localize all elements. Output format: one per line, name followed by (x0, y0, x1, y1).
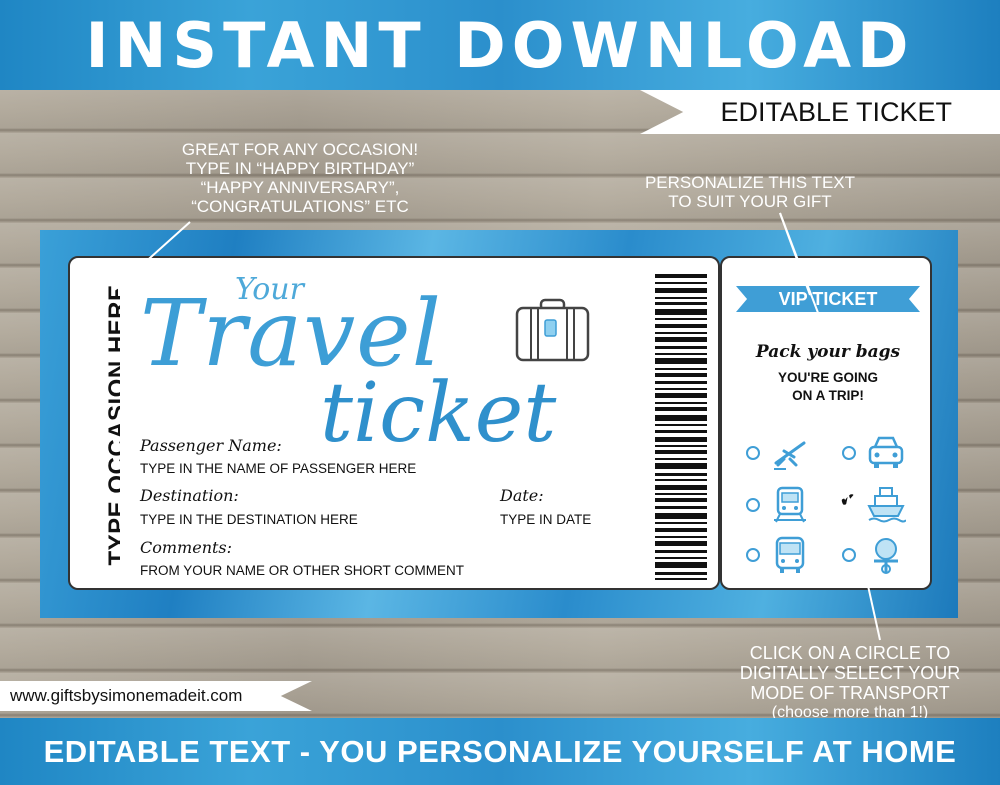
passenger-label: Passenger Name: (140, 436, 282, 455)
occasion-note: GREAT FOR ANY OCCASION! TYPE IN “HAPPY B… (150, 140, 450, 216)
vip-ribbon-label[interactable]: VIP TICKET (779, 289, 878, 310)
circle-note-line: DIGITALLY SELECT YOUR (739, 663, 961, 683)
transport-radio-car[interactable] (842, 446, 856, 460)
car-icon (868, 436, 904, 468)
editable-ticket-label: EDITABLE TICKET (720, 96, 952, 127)
occasion-note-line: “HAPPY ANNIVERSARY”, (200, 178, 400, 197)
page-title: INSTANT DOWNLOAD (85, 8, 915, 82)
editable-ticket-banner: EDITABLE TICKET (640, 90, 1000, 134)
circle-note: CLICK ON A CIRCLE TO DIGITALLY SELECT YO… (700, 643, 1000, 723)
travel-ticket: TYPE OCCASION HERE Your Travel ticket Pa… (40, 230, 958, 618)
ticket-main: Your Travel ticket Passenger Name: TYPE … (120, 256, 720, 590)
circle-note-line: MODE OF TRANSPORT (750, 683, 950, 703)
header-bar: INSTANT DOWNLOAD (0, 0, 1000, 90)
transport-radio-train[interactable] (746, 498, 760, 512)
going-line-1[interactable]: YOU'RE GOING (722, 370, 934, 385)
vip-ribbon: VIP TICKET (736, 286, 920, 312)
motorbike-icon (874, 538, 898, 574)
footer-text: EDITABLE TEXT - YOU PERSONALIZE YOURSELF… (43, 733, 957, 769)
passenger-field[interactable]: TYPE IN THE NAME OF PASSENGER HERE (140, 461, 416, 476)
going-line-2[interactable]: ON A TRIP! (722, 388, 934, 403)
suitcase-icon (515, 298, 590, 362)
footer-bar: EDITABLE TEXT - YOU PERSONALIZE YOURSELF… (0, 718, 1000, 785)
circle-note-line: CLICK ON A CIRCLE TO (749, 643, 951, 663)
transport-radio-bus[interactable] (746, 548, 760, 562)
personalize-note: PERSONALIZE THIS TEXT TO SUIT YOUR GIFT (620, 173, 880, 211)
personalize-note-line: TO SUIT YOUR GIFT (668, 192, 832, 211)
destination-field[interactable]: TYPE IN THE DESTINATION HERE (140, 512, 358, 527)
personalize-note-line: PERSONALIZE THIS TEXT (644, 173, 856, 192)
occasion-note-line: TYPE IN “HAPPY BIRTHDAY” (185, 159, 415, 178)
comments-label: Comments: (140, 538, 233, 557)
destination-label: Destination: (140, 486, 239, 505)
title-ticket: ticket (320, 366, 557, 461)
website-url[interactable]: www.giftsbysimonemadeit.com (10, 686, 242, 706)
plane-icon (774, 441, 806, 470)
occasion-note-line: GREAT FOR ANY OCCASION! (181, 140, 419, 159)
website-banner: www.giftsbysimonemadeit.com (0, 681, 312, 711)
pack-bags-text[interactable]: Pack your bags (722, 342, 934, 362)
train-icon (774, 486, 806, 523)
check-icon: ✔ (840, 490, 856, 510)
occasion-note-line: “CONGRATULATIONS” ETC (191, 197, 409, 216)
ship-icon (867, 487, 906, 523)
transport-radio-plane[interactable] (746, 446, 760, 460)
date-field[interactable]: TYPE IN DATE (500, 512, 591, 527)
comments-field[interactable]: FROM YOUR NAME OR OTHER SHORT COMMENT (140, 563, 464, 578)
vip-stub: VIP TICKET Pack your bags YOU'RE GOING O… (720, 256, 932, 590)
transport-radio-motorbike[interactable] (842, 548, 856, 562)
barcode (655, 274, 707, 580)
date-label: Date: (500, 486, 544, 505)
bus-icon (775, 536, 805, 573)
